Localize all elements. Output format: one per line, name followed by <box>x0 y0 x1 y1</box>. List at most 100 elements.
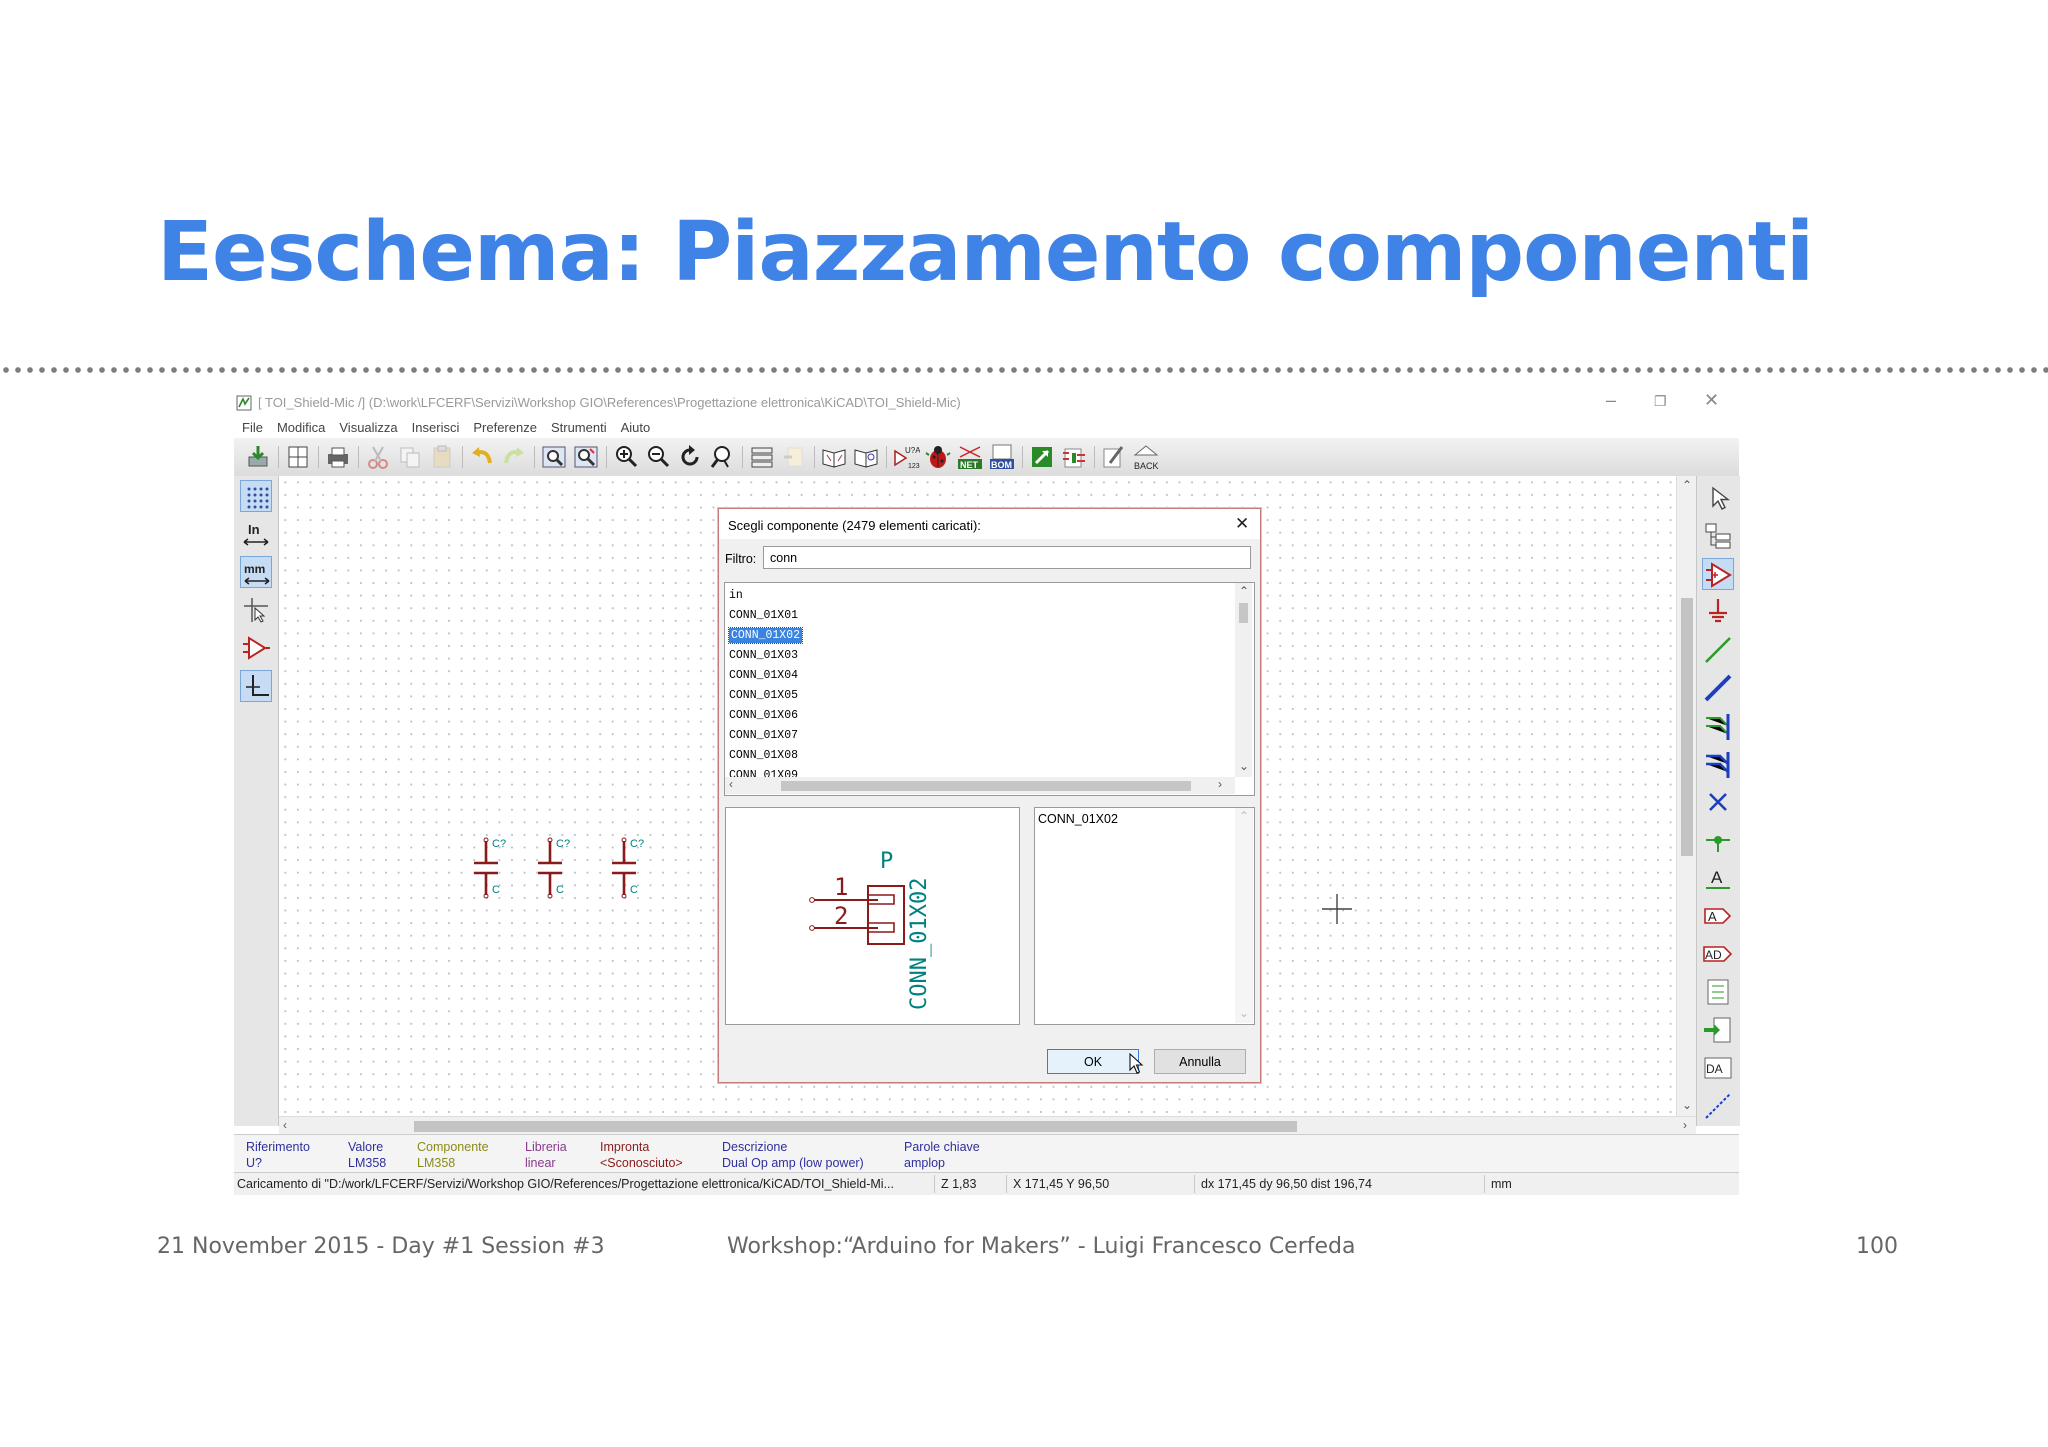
annotate-button[interactable]: U?A 123 <box>892 443 921 471</box>
hierarchy-nav-tool-button[interactable] <box>1702 520 1734 552</box>
hierarchical-label-button[interactable]: AD <box>1702 938 1734 970</box>
junction-button[interactable] <box>1702 824 1734 856</box>
cvpcb-button[interactable] <box>1028 443 1056 471</box>
list-scroll-right-icon[interactable]: › <box>1218 777 1222 791</box>
list-scroll-up-icon[interactable]: ⌃ <box>1239 584 1249 598</box>
bom-button[interactable]: BOM <box>988 443 1016 471</box>
capacitor-2[interactable]: C? C <box>538 837 570 899</box>
list-item[interactable]: CONN_01X08 <box>727 746 1232 766</box>
canvas-vscroll-thumb[interactable] <box>1681 598 1693 856</box>
select-tool-button[interactable] <box>1702 482 1734 514</box>
capacitors-group[interactable]: C? C C? C C? C <box>470 835 660 905</box>
netlist-button[interactable]: NET <box>956 443 984 471</box>
scroll-left-icon[interactable]: ‹ <box>283 1118 287 1132</box>
list-vscroll-thumb[interactable] <box>1239 603 1248 623</box>
paste-button[interactable] <box>428 443 456 471</box>
net-label-button[interactable]: A <box>1702 862 1734 894</box>
canvas-horizontal-scrollbar[interactable]: ‹ › <box>279 1116 1696 1135</box>
back-button[interactable]: BACK <box>1132 443 1160 471</box>
menu-modifica[interactable]: Modifica <box>277 420 325 438</box>
list-item-selected[interactable]: CONN_01X02 <box>727 626 1232 646</box>
desc-scroll-down-icon[interactable]: ⌄ <box>1239 1006 1249 1020</box>
list-scroll-down-icon[interactable]: ⌄ <box>1239 759 1249 773</box>
redo-button[interactable] <box>500 443 528 471</box>
restore-button[interactable]: ❐ <box>1654 393 1667 410</box>
list-item[interactable]: CONN_01X07 <box>727 726 1232 746</box>
menu-file[interactable]: File <box>242 420 263 438</box>
menu-inserisci[interactable]: Inserisci <box>412 420 460 438</box>
list-item[interactable]: CONN_01X06 <box>727 706 1232 726</box>
orthogonal-lines-button[interactable] <box>240 670 272 702</box>
save-schematic-button[interactable] <box>244 443 272 471</box>
graphic-line-button[interactable] <box>1702 1090 1734 1122</box>
list-hscroll-thumb[interactable] <box>781 781 1191 791</box>
eeschema-window: [ TOI_Shield-Mic /] (D:\work\LFCERF\Serv… <box>234 390 1740 1204</box>
scroll-right-icon[interactable]: › <box>1683 1118 1687 1132</box>
library-browser-button[interactable] <box>852 443 880 471</box>
leave-sheet-button[interactable] <box>780 443 808 471</box>
hierarchical-sheet-button[interactable] <box>1702 976 1734 1008</box>
erc-button[interactable] <box>924 443 952 471</box>
list-horizontal-scrollbar[interactable]: ‹ › <box>725 777 1235 794</box>
global-label-button[interactable]: A <box>1702 900 1734 932</box>
dialog-titlebar[interactable]: Scegli componente (2479 elementi caricat… <box>719 509 1260 539</box>
undo-button[interactable] <box>468 443 496 471</box>
bus-to-bus-entry-button[interactable] <box>1702 748 1734 780</box>
canvas-hscroll-thumb[interactable] <box>414 1121 1297 1132</box>
list-item[interactable]: in <box>727 586 1232 606</box>
zoom-fit-button[interactable] <box>708 443 736 471</box>
ok-button[interactable]: OK <box>1047 1049 1139 1074</box>
menu-preferenze[interactable]: Preferenze <box>473 420 537 438</box>
place-wire-button[interactable] <box>1702 634 1734 666</box>
capacitor-3[interactable]: C? C <box>612 837 644 899</box>
print-button[interactable] <box>324 443 352 471</box>
dialog-close-button[interactable]: ✕ <box>1235 514 1249 534</box>
capacitor-1[interactable]: C? C <box>474 837 506 899</box>
menu-strumenti[interactable]: Strumenti <box>551 420 607 438</box>
units-mm-button[interactable]: mm <box>240 556 272 588</box>
place-component-button[interactable] <box>1702 558 1734 590</box>
filter-input[interactable] <box>763 546 1251 569</box>
import-sheet-pin-button[interactable] <box>1702 1014 1734 1046</box>
redraw-button[interactable] <box>676 443 704 471</box>
copy-button[interactable] <box>396 443 424 471</box>
list-vertical-scrollbar[interactable]: ⌃ ⌄ <box>1235 583 1252 777</box>
cancel-button[interactable]: Annulla <box>1154 1049 1246 1074</box>
cut-button[interactable] <box>364 443 392 471</box>
library-editor-button[interactable] <box>820 443 848 471</box>
close-button[interactable]: ✕ <box>1704 390 1719 411</box>
wire-to-bus-entry-button[interactable] <box>1702 710 1734 742</box>
pcbnew-button[interactable] <box>1060 443 1088 471</box>
list-item[interactable]: CONN_01X05 <box>727 686 1232 706</box>
scroll-down-icon[interactable]: ⌄ <box>1682 1098 1692 1112</box>
wire-icon <box>1705 637 1731 663</box>
page-settings-button[interactable] <box>284 443 312 471</box>
add-sheet-pin-button[interactable]: DA <box>1702 1052 1734 1084</box>
zoom-out-button[interactable] <box>644 443 672 471</box>
zoom-in-button[interactable] <box>612 443 640 471</box>
description-scrollbar[interactable]: ⌃ ⌄ <box>1235 808 1253 1023</box>
hierarchy-navigator-button[interactable] <box>748 443 776 471</box>
menu-aiuto[interactable]: Aiuto <box>621 420 651 438</box>
list-item[interactable]: CONN_01X04 <box>727 666 1232 686</box>
window-titlebar[interactable]: [ TOI_Shield-Mic /] (D:\work\LFCERF\Serv… <box>234 390 1739 416</box>
list-item[interactable]: CONN_01X01 <box>727 606 1232 626</box>
list-item[interactable]: CONN_01X03 <box>727 646 1232 666</box>
component-list[interactable]: in CONN_01X01 CONN_01X02 CONN_01X03 CONN… <box>724 582 1255 796</box>
canvas-vertical-scrollbar[interactable]: ⌃ ⌄ <box>1676 476 1697 1116</box>
grid-toggle-button[interactable] <box>240 480 272 512</box>
desc-scroll-up-icon[interactable]: ⌃ <box>1239 809 1249 823</box>
place-power-button[interactable] <box>1702 596 1734 628</box>
scroll-up-icon[interactable]: ⌃ <box>1682 478 1692 492</box>
find-button[interactable] <box>540 443 568 471</box>
place-bus-button[interactable] <box>1702 672 1734 704</box>
menu-visualizza[interactable]: Visualizza <box>339 420 397 438</box>
no-connect-button[interactable] <box>1702 786 1734 818</box>
cursor-shape-button[interactable] <box>240 594 272 626</box>
minimize-button[interactable]: – <box>1606 390 1616 411</box>
units-inch-button[interactable]: In <box>240 518 272 550</box>
list-scroll-left-icon[interactable]: ‹ <box>729 777 733 791</box>
find-replace-button[interactable] <box>572 443 600 471</box>
hidden-pins-button[interactable] <box>240 632 272 664</box>
backannotate-button[interactable] <box>1100 443 1128 471</box>
